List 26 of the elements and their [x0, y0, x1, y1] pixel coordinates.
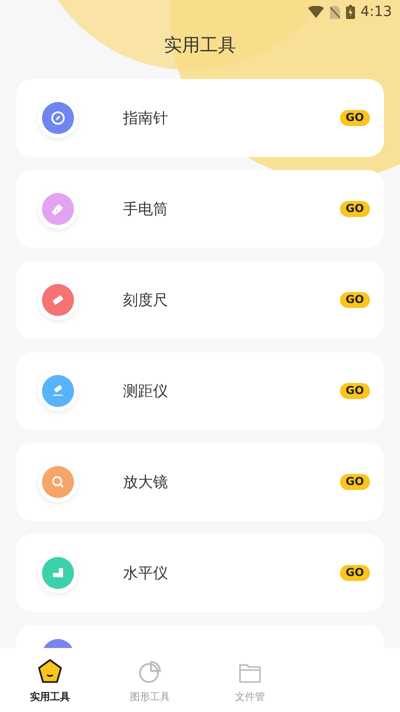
go-button[interactable]: GO — [340, 383, 370, 399]
tool-card[interactable]: 测距仪 GO — [16, 352, 384, 430]
nav-tab[interactable]: 实用工具 — [0, 658, 100, 705]
tool-card[interactable]: 刻度尺 GO — [16, 261, 384, 339]
tool-card[interactable]: 指南针 GO — [16, 79, 384, 157]
status-time: 4:13 — [360, 2, 392, 22]
go-button[interactable]: GO — [340, 110, 370, 126]
go-button[interactable]: GO — [340, 201, 370, 217]
page-title: 实用工具 — [164, 34, 236, 58]
tool-name: 手电筒 — [123, 198, 169, 220]
folder-icon — [238, 662, 262, 684]
pie-chart-icon — [138, 660, 162, 684]
tool-card[interactable]: 手电筒 GO — [16, 170, 384, 248]
go-button[interactable]: GO — [340, 565, 370, 581]
tool-card[interactable] — [16, 625, 384, 648]
tool-name: 测距仪 — [123, 380, 169, 402]
tool-card[interactable]: 水平仪 GO — [16, 534, 384, 612]
tool-name: 放大镜 — [123, 472, 169, 493]
tool-name: 指南针 — [123, 108, 169, 129]
tool-name: 水平仪 — [123, 562, 169, 584]
go-button[interactable]: GO — [340, 474, 370, 490]
go-button[interactable]: GO — [340, 292, 370, 308]
pentagon-face-icon — [37, 658, 63, 684]
tool-name: 刻度尺 — [123, 290, 169, 311]
wifi-icon — [308, 6, 324, 18]
tool-card[interactable]: 放大镜 GO — [16, 443, 384, 521]
